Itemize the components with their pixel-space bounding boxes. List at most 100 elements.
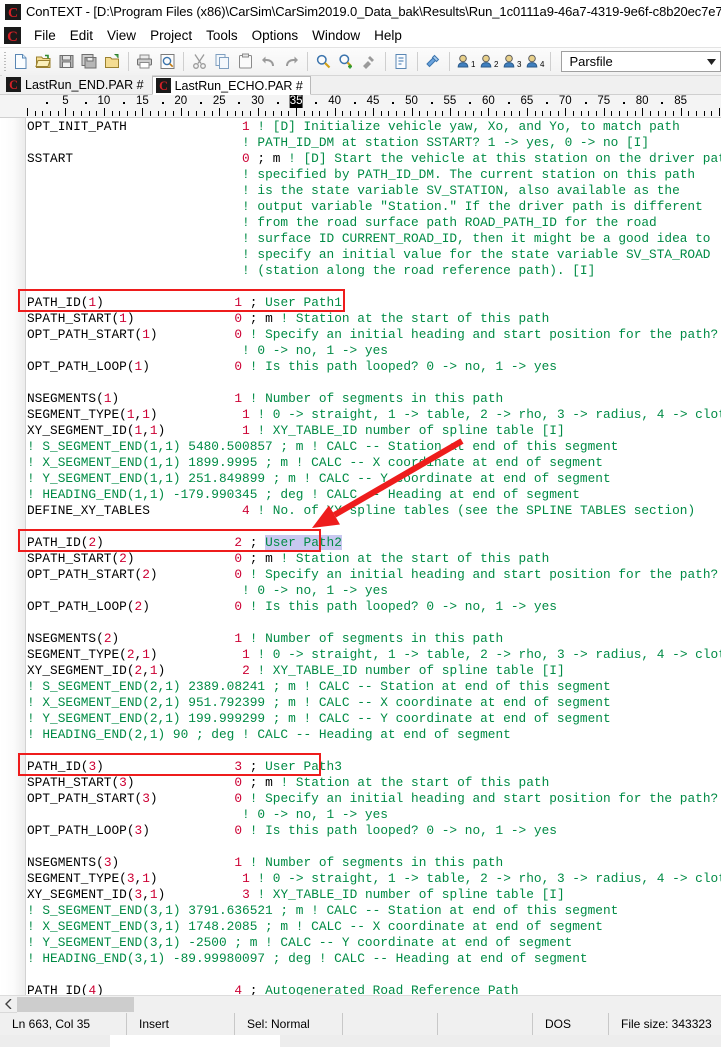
paste-icon[interactable] (234, 50, 257, 73)
save-icon[interactable] (55, 50, 78, 73)
code-line[interactable]: PATH_ID(2) 2 ; User Path2 (27, 535, 721, 551)
taskbar-window-button[interactable] (110, 1035, 280, 1047)
code-line[interactable]: ! is the state variable SV_STATION, also… (27, 183, 721, 199)
replace-icon[interactable] (358, 50, 381, 73)
chevron-left-icon[interactable] (0, 996, 17, 1013)
code-line[interactable]: OPT_PATH_LOOP(3) 0 ! Is this path looped… (27, 823, 721, 839)
tab-lastrun-echo-par[interactable]: C LastRun_ECHO.PAR # (151, 76, 311, 95)
code-line[interactable]: OPT_INIT_PATH 1 ! [D] Initialize vehicle… (27, 119, 721, 135)
code-line[interactable]: ! 0 -> no, 1 -> yes (27, 343, 721, 359)
scrollbar-track[interactable] (17, 995, 721, 1013)
code-line[interactable]: OPT_PATH_START(1) 0 ! Specify an initial… (27, 327, 721, 343)
code-line[interactable]: ! 0 -> no, 1 -> yes (27, 583, 721, 599)
code-line[interactable]: ! (station along the road reference path… (27, 263, 721, 279)
code-line[interactable]: OPT_PATH_START(2) 0 ! Specify an initial… (27, 567, 721, 583)
print-preview-icon[interactable] (156, 50, 179, 73)
code-line[interactable]: ! output variable "Station." If the driv… (27, 199, 721, 215)
menu-item-help[interactable]: Help (367, 26, 409, 45)
code-line[interactable]: NSEGMENTS(3) 1 ! Number of segments in t… (27, 855, 721, 871)
code-line[interactable]: OPT_PATH_LOOP(2) 0 ! Is this path looped… (27, 599, 721, 615)
code-line[interactable]: ! S_SEGMENT_END(3,1) 3791.636521 ; m ! C… (27, 903, 721, 919)
code-line[interactable]: XY_SEGMENT_ID(2,1) 2 ! XY_TABLE_ID numbe… (27, 663, 721, 679)
open-folder-icon[interactable] (32, 50, 55, 73)
undo-icon[interactable] (257, 50, 280, 73)
code-line[interactable]: ! Y_SEGMENT_END(2,1) 199.999299 ; m ! CA… (27, 711, 721, 727)
code-line[interactable]: ! specify an initial value for the state… (27, 247, 721, 263)
new-file-icon[interactable] (9, 50, 32, 73)
code-line[interactable] (27, 615, 721, 631)
code-line[interactable]: ! Y_SEGMENT_END(1,1) 251.849899 ; m ! CA… (27, 471, 721, 487)
code-text-area[interactable]: OPT_INIT_PATH 1 ! [D] Initialize vehicle… (27, 118, 721, 995)
code-line[interactable]: ! HEADING_END(3,1) -89.99980097 ; deg ! … (27, 951, 721, 967)
code-line[interactable] (27, 839, 721, 855)
code-line[interactable]: SEGMENT_TYPE(2,1) 1 ! 0 -> straight, 1 -… (27, 647, 721, 663)
code-line[interactable]: ! X_SEGMENT_END(3,1) 1748.2085 ; m ! CAL… (27, 919, 721, 935)
code-line[interactable]: ! S_SEGMENT_END(2,1) 2389.08241 ; m ! CA… (27, 679, 721, 695)
code-line[interactable]: SSTART 0 ; m ! [D] Start the vehicle at … (27, 151, 721, 167)
redo-icon[interactable] (280, 50, 303, 73)
cut-icon[interactable] (188, 50, 211, 73)
code-line[interactable]: ! PATH_ID_DM at station SSTART? 1 -> yes… (27, 135, 721, 151)
menu-item-options[interactable]: Options (245, 26, 306, 45)
code-token: ; m (242, 311, 281, 326)
code-line[interactable] (27, 279, 721, 295)
code-line[interactable]: SEGMENT_TYPE(1,1) 1 ! 0 -> straight, 1 -… (27, 407, 721, 423)
code-line[interactable]: ! 0 -> no, 1 -> yes (27, 807, 721, 823)
menu-item-edit[interactable]: Edit (63, 26, 100, 45)
code-line[interactable]: ! S_SEGMENT_END(1,1) 5480.500857 ; m ! C… (27, 439, 721, 455)
menu-item-tools[interactable]: Tools (199, 26, 245, 45)
code-line[interactable] (27, 519, 721, 535)
user-exec-3-icon[interactable]: 3 (500, 50, 523, 73)
code-line[interactable]: XY_SEGMENT_ID(3,1) 3 ! XY_TABLE_ID numbe… (27, 887, 721, 903)
code-line[interactable]: PATH_ID(4) 4 ; Autogenerated Road Refere… (27, 983, 721, 995)
compile-icon[interactable] (422, 50, 445, 73)
find-icon[interactable] (312, 50, 335, 73)
user-exec-2-icon[interactable]: 2 (477, 50, 500, 73)
print-icon[interactable] (133, 50, 156, 73)
code-line[interactable]: NSEGMENTS(1) 1 ! Number of segments in t… (27, 391, 721, 407)
code-line[interactable]: SEGMENT_TYPE(3,1) 1 ! 0 -> straight, 1 -… (27, 871, 721, 887)
code-line[interactable]: NSEGMENTS(2) 1 ! Number of segments in t… (27, 631, 721, 647)
code-line[interactable]: ! HEADING_END(1,1) -179.990345 ; deg ! C… (27, 487, 721, 503)
tab-lastrun-end-par[interactable]: C LastRun_END.PAR # (2, 75, 152, 94)
copy-icon[interactable] (211, 50, 234, 73)
code-line[interactable]: ! HEADING_END(2,1) 90 ; deg ! CALC -- He… (27, 727, 721, 743)
save-all-icon[interactable] (78, 50, 101, 73)
code-token: ! Station at the start of this path (280, 775, 550, 790)
code-line[interactable]: SPATH_START(3) 0 ; m ! Station at the st… (27, 775, 721, 791)
code-line[interactable]: ! from the road surface path ROAD_PATH_I… (27, 215, 721, 231)
code-line[interactable]: OPT_PATH_LOOP(1) 0 ! Is this path looped… (27, 359, 721, 375)
chevron-down-icon[interactable] (703, 52, 720, 71)
code-line[interactable] (27, 743, 721, 759)
code-line[interactable]: OPT_PATH_START(3) 0 ! Specify an initial… (27, 791, 721, 807)
code-line[interactable] (27, 375, 721, 391)
code-line[interactable]: ! X_SEGMENT_END(2,1) 951.792399 ; m ! CA… (27, 695, 721, 711)
code-line[interactable]: DEFINE_XY_TABLES 4 ! No. of XY spline ta… (27, 503, 721, 519)
code-line[interactable] (27, 967, 721, 983)
properties-icon[interactable] (390, 50, 413, 73)
code-line[interactable]: SPATH_START(1) 0 ; m ! Station at the st… (27, 311, 721, 327)
code-line[interactable]: ! surface ID CURRENT_ROAD_ID, then it mi… (27, 231, 721, 247)
code-token: ! Is this path looped? 0 -> no, 1 -> yes (249, 823, 557, 838)
code-editor[interactable]: OPT_INIT_PATH 1 ! [D] Initialize vehicle… (0, 118, 721, 995)
menu-item-project[interactable]: Project (143, 26, 199, 45)
user-exec-4-icon[interactable]: 4 (523, 50, 546, 73)
find-next-icon[interactable] (335, 50, 358, 73)
code-line[interactable]: XY_SEGMENT_ID(1,1) 1 ! XY_TABLE_ID numbe… (27, 423, 721, 439)
code-line[interactable]: SPATH_START(2) 0 ; m ! Station at the st… (27, 551, 721, 567)
code-line[interactable]: ! specified by PATH_ID_DM. The current s… (27, 167, 721, 183)
menu-item-view[interactable]: View (100, 26, 143, 45)
horizontal-scrollbar[interactable] (0, 995, 721, 1013)
code-line[interactable]: ! X_SEGMENT_END(1,1) 1899.9995 ; m ! CAL… (27, 455, 721, 471)
menu-item-window[interactable]: Window (305, 26, 367, 45)
scrollbar-thumb[interactable] (17, 996, 134, 1012)
code-token: 3 (88, 759, 97, 774)
highlighter-select[interactable]: Parsfile (561, 51, 721, 72)
open-file-icon[interactable] (101, 50, 124, 73)
code-line[interactable]: PATH_ID(1) 1 ; User Path1 (27, 295, 721, 311)
toolbar-grip[interactable] (3, 51, 7, 72)
code-line[interactable]: PATH_ID(3) 3 ; User Path3 (27, 759, 721, 775)
user-exec-1-icon[interactable]: 1 (454, 50, 477, 73)
menu-item-file[interactable]: File (27, 26, 63, 45)
code-line[interactable]: ! Y_SEGMENT_END(3,1) -2500 ; m ! CALC --… (27, 935, 721, 951)
